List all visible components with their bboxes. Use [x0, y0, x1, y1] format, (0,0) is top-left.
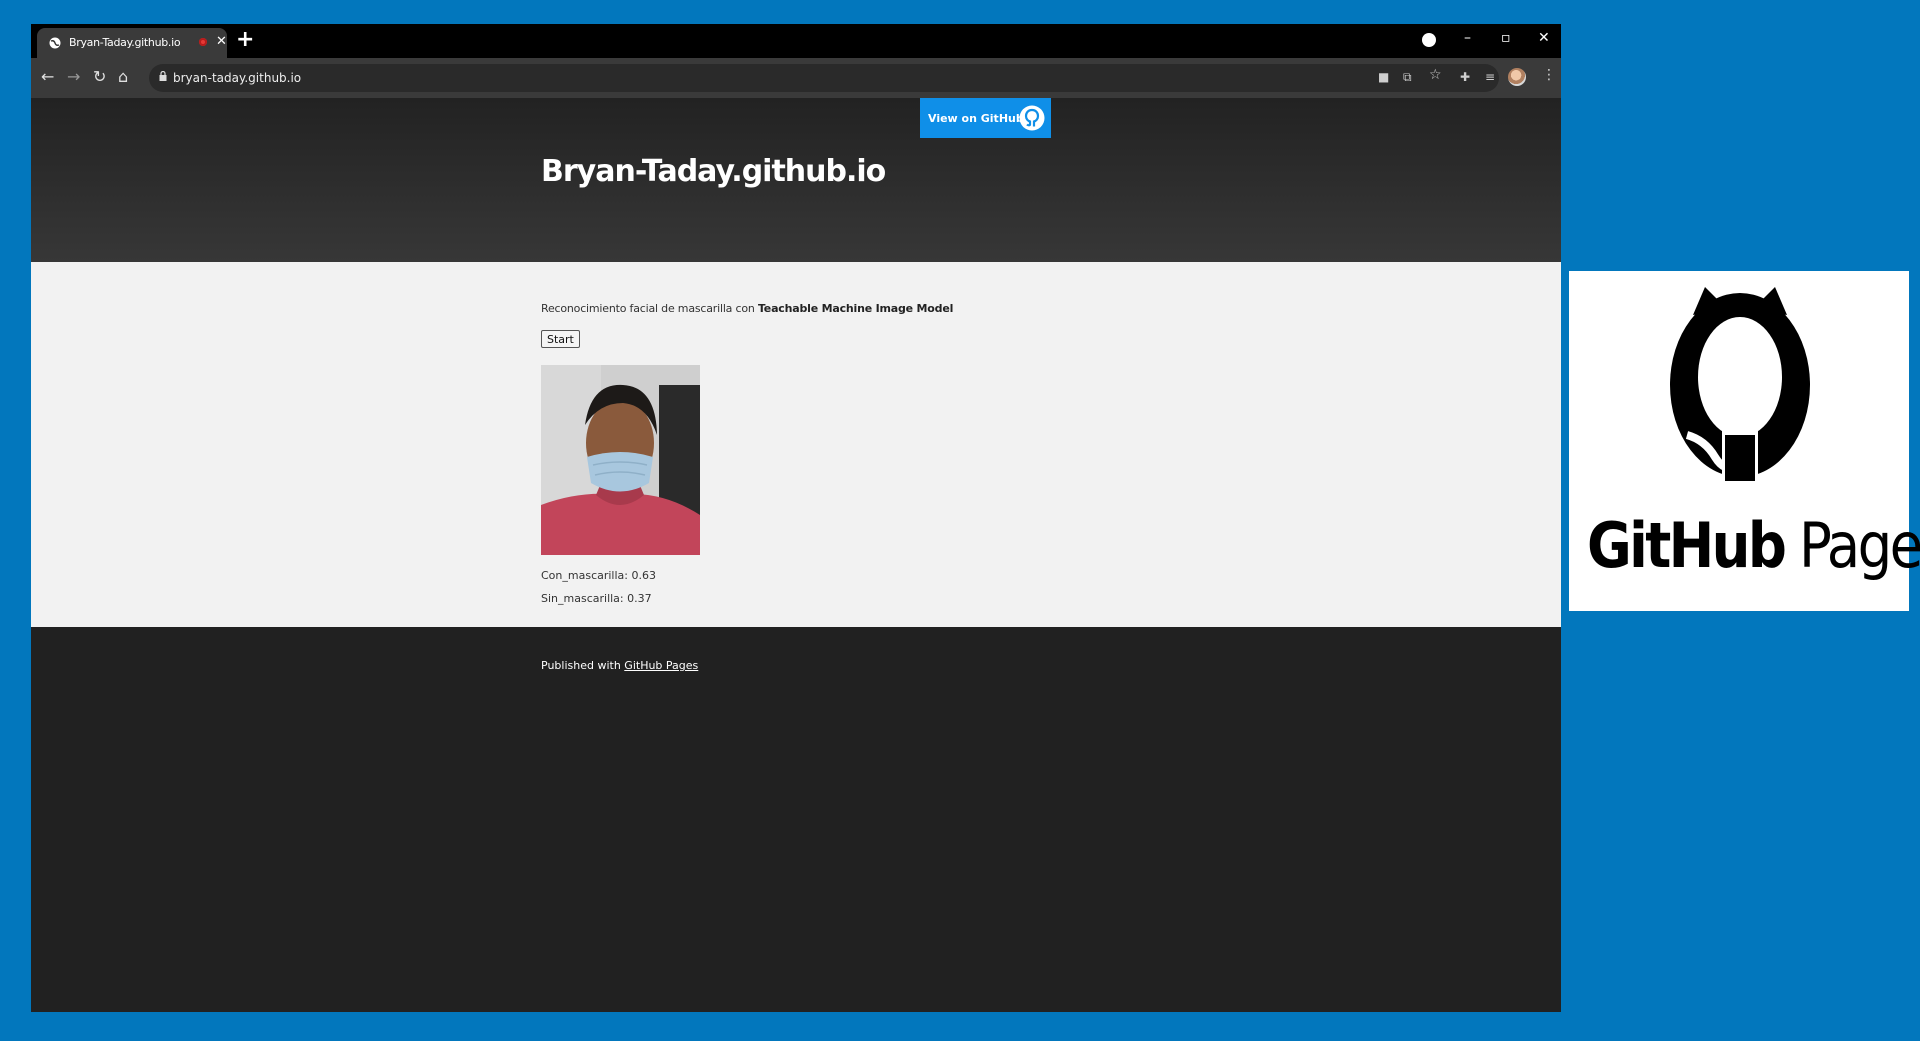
page-header: View on GitHub Bryan-Taday.github.io: [31, 98, 1561, 262]
profile-menu-icon[interactable]: [1422, 33, 1436, 47]
window-close-icon[interactable]: ✕: [1538, 30, 1550, 46]
maximize-icon[interactable]: ▫: [1501, 30, 1511, 46]
description-model-name: Teachable Machine Image Model: [757, 302, 954, 315]
camera-icon[interactable]: ■: [1378, 70, 1389, 84]
webcam-preview: [541, 365, 700, 555]
address-bar[interactable]: bryan-taday.github.io: [149, 64, 1499, 92]
description-text: Reconocimiento facial de mascarilla con: [541, 302, 758, 315]
more-menu-icon[interactable]: ⋮: [1542, 68, 1556, 82]
back-icon[interactable]: ←: [41, 68, 54, 86]
view-on-github-button[interactable]: View on GitHub: [920, 98, 1051, 138]
globe-icon: [49, 37, 61, 49]
extensions-icon[interactable]: ✚: [1460, 70, 1470, 84]
home-icon[interactable]: ⌂: [118, 68, 128, 86]
footer: Published with GitHub Pages: [541, 659, 698, 672]
start-button[interactable]: Start: [541, 330, 580, 348]
browser-window: Bryan-Taday.github.io ✕ + – ▫ ✕ ← → ↻ ⌂ …: [31, 24, 1561, 1012]
avatar[interactable]: [1508, 68, 1526, 86]
bookmark-star-icon[interactable]: ☆: [1429, 68, 1442, 82]
github-octocat-icon: [1019, 105, 1045, 131]
recording-indicator-icon: [199, 38, 207, 46]
view-on-github-label: View on GitHub: [928, 112, 1024, 125]
github-octocat-logo-icon: [1670, 287, 1810, 481]
github-pages-logo-text: GitHub Pages: [1587, 509, 1920, 582]
translate-icon[interactable]: ⧉: [1403, 70, 1412, 84]
lock-icon: [159, 71, 167, 81]
reload-icon[interactable]: ↻: [93, 68, 106, 86]
footer-text: Published with: [541, 659, 625, 672]
description: Reconocimiento facial de mascarilla con …: [541, 302, 953, 315]
minimize-icon[interactable]: –: [1464, 30, 1471, 46]
browser-toolbar: ← → ↻ ⌂ bryan-taday.github.io ■ ⧉ ☆ ✚ ≡ …: [31, 58, 1561, 98]
prediction-label: Sin_mascarilla: 0.37: [541, 592, 652, 605]
github-pages-link[interactable]: GitHub Pages: [624, 659, 698, 672]
new-tab-icon[interactable]: +: [236, 28, 254, 52]
main-content: Reconocimiento facial de mascarilla con …: [31, 262, 1561, 627]
forward-icon[interactable]: →: [67, 68, 80, 86]
page-title: Bryan-Taday.github.io: [541, 154, 886, 189]
tab-title: Bryan-Taday.github.io: [69, 36, 181, 49]
github-pages-logo: GitHub Pages: [1569, 271, 1920, 611]
prediction-label: Con_mascarilla: 0.63: [541, 569, 656, 582]
browser-tab[interactable]: Bryan-Taday.github.io ✕: [37, 28, 227, 58]
reading-list-icon[interactable]: ≡: [1485, 70, 1495, 84]
tab-close-icon[interactable]: ✕: [216, 35, 227, 49]
tab-strip: Bryan-Taday.github.io ✕ + – ▫ ✕: [31, 24, 1561, 58]
url-text: bryan-taday.github.io: [173, 71, 302, 85]
